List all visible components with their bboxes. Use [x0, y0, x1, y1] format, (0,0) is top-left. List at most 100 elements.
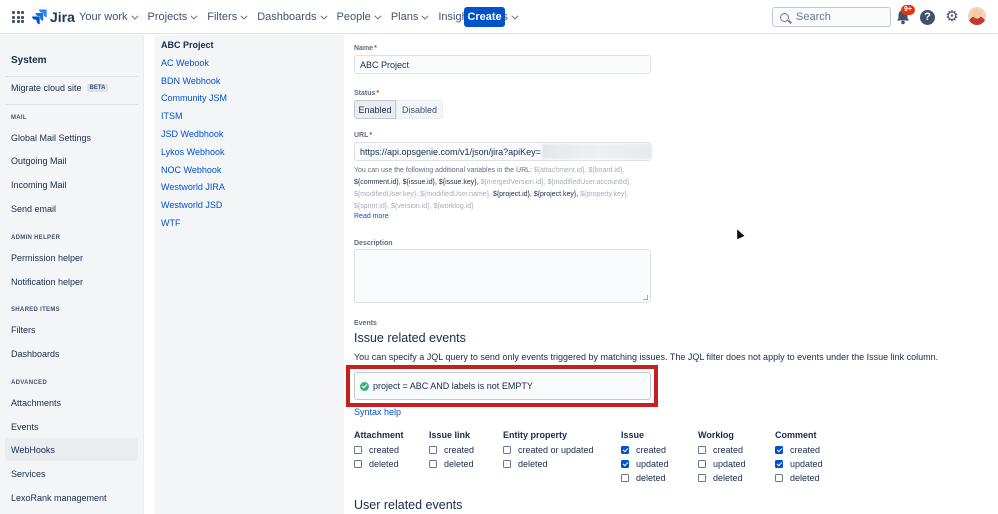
webhook-form: Name* ABC Project Status* Enabled Disabl… [345, 35, 998, 514]
event-checkbox[interactable] [429, 445, 437, 454]
help-icon[interactable]: ? [920, 10, 935, 25]
event-checkbox[interactable] [621, 473, 629, 482]
url-label: URL* [354, 132, 373, 139]
event-checkbox[interactable] [503, 445, 511, 454]
event-column-title: Entity property [503, 430, 568, 440]
webhook-list-item[interactable]: Westworld JSD [161, 200, 222, 210]
resize-grip-icon[interactable] [643, 295, 648, 300]
settings-gear-icon[interactable]: ⚙ [944, 9, 960, 25]
nav-item-projects[interactable]: Projects [142, 0, 202, 34]
syntax-help-link[interactable]: Syntax help [354, 407, 401, 417]
webhook-list-item[interactable]: Community JSM [161, 93, 227, 103]
event-option-label: created [790, 444, 821, 455]
event-option[interactable]: updated [621, 459, 669, 469]
webhook-list-item[interactable]: BDN Webhook [161, 76, 220, 86]
sidebar-item-global-mail-settings[interactable]: Global Mail Settings [11, 133, 91, 143]
event-checkbox[interactable] [775, 473, 783, 482]
name-label: Name* [354, 45, 377, 52]
event-option[interactable]: created [775, 444, 823, 455]
event-checkbox[interactable] [621, 445, 629, 454]
webhook-list-item[interactable]: Lykos Webhook [161, 147, 225, 157]
url-variable: ${project.id}, [492, 191, 532, 198]
event-option-label: created [713, 444, 744, 455]
sidebar-item-incoming-mail[interactable]: Incoming Mail [11, 180, 67, 190]
event-option-label: deleted [713, 472, 743, 483]
jql-query-text: project = ABC AND labels is not EMPTY [373, 381, 533, 391]
event-option[interactable]: deleted [429, 459, 474, 469]
webhook-list-item[interactable]: Westworld JIRA [161, 182, 225, 192]
event-checkbox[interactable] [698, 445, 706, 454]
sidebar-item-services[interactable]: Services [11, 469, 46, 479]
webhook-list-item[interactable]: NOC Webhook [161, 165, 221, 175]
status-disabled-button[interactable]: Disabled [396, 100, 443, 119]
event-option[interactable]: updated [698, 459, 746, 469]
event-checkbox[interactable] [775, 445, 783, 454]
event-option[interactable]: deleted [503, 459, 594, 469]
event-option[interactable]: updated [775, 459, 823, 469]
sidebar-item-attachments[interactable]: Attachments [11, 398, 61, 408]
sidebar-item-dashboards[interactable]: Dashboards [11, 349, 60, 359]
jql-filter-input[interactable]: project = ABC AND labels is not EMPTY [354, 372, 651, 400]
status-enabled-button[interactable]: Enabled [354, 100, 396, 119]
event-checkbox[interactable] [354, 445, 362, 454]
url-redacted-key [542, 144, 652, 159]
create-button[interactable]: Create [464, 7, 505, 27]
event-option[interactable]: deleted [698, 472, 746, 483]
webhook-list-item[interactable]: WTF [161, 218, 181, 228]
webhook-list-item[interactable]: JSD Wedbhook [161, 129, 223, 139]
user-avatar[interactable] [968, 7, 986, 25]
sidebar-item-send-email[interactable]: Send email [11, 204, 56, 214]
event-option[interactable]: created [429, 444, 475, 455]
nav-item-your-work[interactable]: Your work [73, 0, 142, 34]
webhook-list-item[interactable]: AC Webook [161, 58, 209, 68]
event-checkbox[interactable] [775, 459, 783, 468]
sidebar-item-migrate-cloud-site[interactable]: Migrate cloud site BETA [11, 83, 109, 93]
sidebar-item-permission-helper[interactable]: Permission helper [11, 253, 83, 263]
read-more-link[interactable]: Read more [354, 213, 389, 220]
search-input[interactable]: Search [772, 7, 891, 27]
event-option-label: created [444, 444, 475, 455]
event-checkbox[interactable] [429, 459, 437, 468]
nav-item-label: Dashboards [257, 11, 317, 23]
event-option[interactable]: created [354, 445, 404, 455]
sidebar-item-webhooks[interactable]: WebHooks [11, 445, 55, 455]
event-column-title: Comment [775, 430, 817, 440]
description-textarea[interactable] [354, 249, 651, 303]
sidebar-item-events[interactable]: Events [11, 422, 39, 432]
event-checkbox[interactable] [698, 459, 706, 468]
event-option[interactable]: deleted [775, 473, 823, 483]
nav-item-plans[interactable]: Plans [385, 0, 433, 34]
event-checkbox[interactable] [621, 459, 629, 468]
app-switcher-icon[interactable] [12, 11, 24, 23]
event-option[interactable]: deleted [354, 459, 404, 469]
issue-events-title: Issue related events [354, 331, 466, 345]
event-checkbox[interactable] [698, 473, 706, 482]
event-checkbox[interactable] [354, 459, 362, 468]
event-column-title: Issue [621, 430, 645, 440]
search-icon [780, 12, 789, 22]
name-label-text: Name [354, 45, 374, 52]
webhook-list-item[interactable]: ABC Project [161, 40, 214, 50]
sidebar-item-lexorank-management[interactable]: LexoRank management [11, 493, 107, 503]
event-option[interactable]: created or updated [503, 445, 594, 455]
jira-logo[interactable]: Jira [31, 8, 75, 26]
sidebar-item-filters[interactable]: Filters [11, 325, 36, 335]
nav-item-label: Plans [390, 11, 419, 23]
event-option[interactable]: created [621, 445, 669, 455]
nav-item-dashboards[interactable]: Dashboards [251, 0, 330, 34]
event-option[interactable]: created [698, 444, 746, 455]
nav-item-people[interactable]: People [331, 0, 385, 34]
sidebar-item-outgoing-mail[interactable]: Outgoing Mail [11, 156, 67, 166]
nav-item-filters[interactable]: Filters [201, 0, 251, 34]
sidebar-item-notification-helper[interactable]: Notification helper [11, 277, 83, 287]
url-variable: ${modifiedUser.key}, [354, 191, 419, 198]
event-checkbox[interactable] [503, 459, 511, 468]
event-option[interactable]: deleted [621, 473, 669, 483]
event-column-comment: Comment created updated deleted [775, 430, 823, 483]
url-variable: ${attachment.id}, [533, 167, 587, 174]
url-field[interactable]: https://api.opsgenie.com/v1/json/jira?ap… [354, 142, 652, 161]
event-column-issue: Issue created updated deleted [621, 430, 669, 483]
webhook-list-item[interactable]: ITSM [161, 111, 183, 121]
name-field[interactable]: ABC Project [354, 55, 651, 74]
webhook-list: ABC Project AC Webook BDN Webhook Community… [155, 35, 344, 514]
